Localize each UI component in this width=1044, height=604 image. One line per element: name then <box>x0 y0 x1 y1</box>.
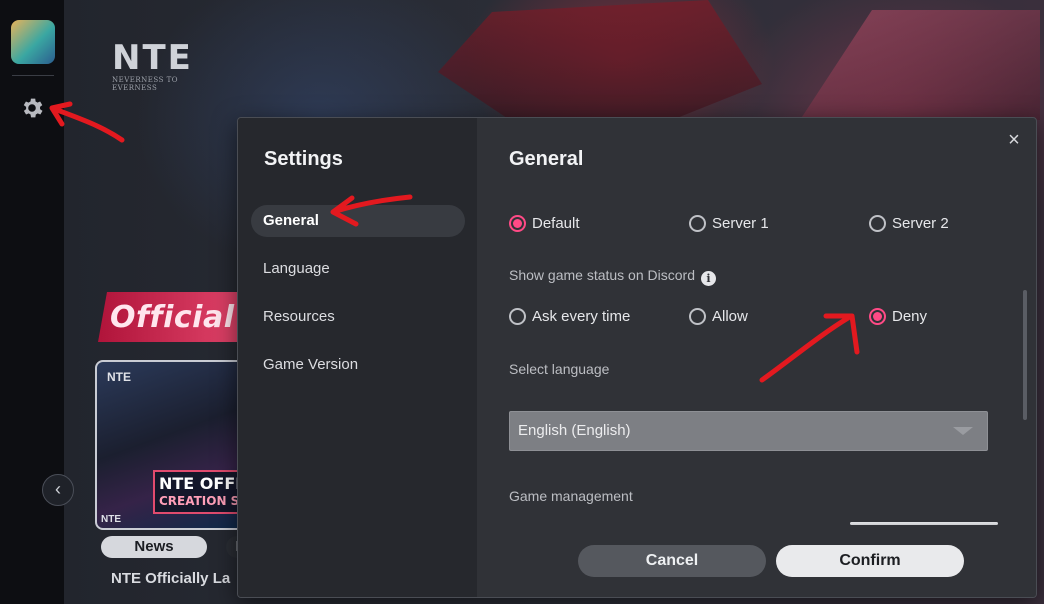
sidebar-item-resources[interactable]: Resources <box>251 301 465 333</box>
carousel-prev-button[interactable]: ‹ <box>42 474 74 506</box>
logo-sub-text: NEVERNESS TO EVERNESS <box>112 76 179 92</box>
radio-label: Ask every time <box>532 307 631 325</box>
radio-label: Deny <box>892 307 928 325</box>
radio-unselected-icon <box>689 307 706 325</box>
card-sign-line1: NTE OFFI <box>159 474 242 493</box>
sidebar-item-general[interactable]: General <box>251 205 465 237</box>
card-logo: NTE <box>107 370 131 384</box>
radio-server-1[interactable]: Server 1 <box>689 213 769 233</box>
language-select[interactable]: English (English) <box>509 411 988 451</box>
radio-discord-deny[interactable]: Deny <box>869 306 927 326</box>
radio-selected-icon <box>869 307 886 325</box>
sidebar-item-game-version[interactable]: Game Version <box>251 349 465 381</box>
discord-status-label-text: Show game status on Discord <box>509 267 695 283</box>
settings-dialog: Settings General Language Resources Game… <box>237 117 1037 598</box>
content-scrollbar[interactable] <box>1023 290 1027 420</box>
card-logo-bottom: NTE <box>101 514 121 525</box>
news-card[interactable]: NTE NTE OFFI CREATION S NTE <box>95 360 245 530</box>
confirm-button[interactable]: Confirm <box>776 545 964 577</box>
radio-label: Default <box>532 214 580 232</box>
game-management-label: Game management <box>509 488 633 504</box>
app-avatar-icon[interactable] <box>11 20 55 64</box>
banner-text: Official <box>110 300 235 335</box>
discord-status-label: Show game status on Discord i <box>509 267 716 286</box>
card-sign: NTE OFFI CREATION S <box>153 470 243 514</box>
info-icon[interactable]: i <box>700 271 716 286</box>
sidebar-item-language[interactable]: Language <box>251 253 465 285</box>
language-select-value: English (English) <box>518 422 631 439</box>
rail-divider <box>12 75 54 76</box>
tab-news[interactable]: News <box>101 536 207 558</box>
settings-sidebar: Settings General Language Resources Game… <box>238 118 477 597</box>
logo-main-text: NTE <box>112 38 193 78</box>
close-icon[interactable]: × <box>1004 130 1024 150</box>
left-rail <box>0 0 64 604</box>
radio-unselected-icon <box>689 214 706 232</box>
content-title: General <box>509 148 584 170</box>
radio-unselected-icon <box>869 214 886 232</box>
radio-discord-ask[interactable]: Ask every time <box>509 306 630 326</box>
radio-selected-icon <box>509 214 526 232</box>
radio-label: Server 1 <box>712 214 769 232</box>
news-headline[interactable]: NTE Officially La <box>111 570 230 587</box>
select-language-label: Select language <box>509 361 610 377</box>
gear-icon[interactable] <box>19 95 45 121</box>
game-logo: NTE NEVERNESS TO EVERNESS <box>112 38 222 92</box>
radio-label: Server 2 <box>892 214 949 232</box>
radio-unselected-icon <box>509 307 526 325</box>
chevron-down-icon <box>953 427 973 435</box>
radio-label: Allow <box>712 307 748 325</box>
radio-server-2[interactable]: Server 2 <box>869 213 949 233</box>
radio-server-default[interactable]: Default <box>509 213 580 233</box>
radio-discord-allow[interactable]: Allow <box>689 306 748 326</box>
settings-title: Settings <box>264 148 343 170</box>
card-sign-line2: CREATION S <box>159 494 240 508</box>
cancel-button[interactable]: Cancel <box>578 545 766 577</box>
